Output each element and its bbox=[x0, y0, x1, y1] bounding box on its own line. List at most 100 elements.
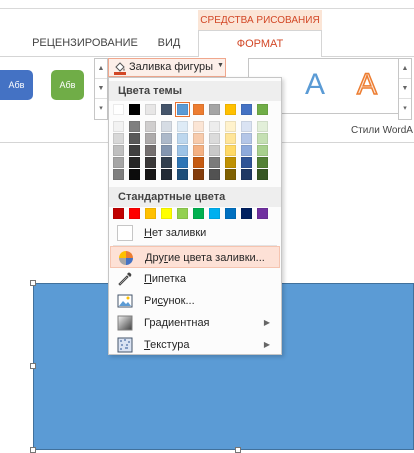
tab-format[interactable]: ФОРМАТ bbox=[198, 30, 322, 57]
shape-style-blue[interactable]: Абв bbox=[0, 70, 33, 100]
wordart-group-label: Стили WordA bbox=[351, 125, 413, 136]
tab-review[interactable]: РЕЦЕНЗИРОВАНИЕ bbox=[30, 30, 140, 56]
theme-shade-swatch-2-1[interactable] bbox=[129, 145, 140, 156]
menu-item-gradient[interactable]: Градиентная ▶ bbox=[110, 312, 280, 334]
standard-color-swatch-8[interactable] bbox=[241, 208, 252, 219]
shape-fill-button[interactable]: Заливка фигуры ▼ bbox=[108, 58, 226, 77]
theme-shade-swatch-4-4[interactable] bbox=[177, 169, 188, 180]
theme-shade-swatch-2-6[interactable] bbox=[209, 145, 220, 156]
standard-color-swatch-1[interactable] bbox=[129, 208, 140, 219]
theme-shade-swatch-1-3[interactable] bbox=[161, 133, 172, 144]
gallery-more-icon[interactable]: ▾ bbox=[95, 99, 107, 119]
theme-shade-swatch-1-7[interactable] bbox=[225, 133, 236, 144]
theme-shade-swatch-4-2[interactable] bbox=[145, 169, 156, 180]
wordart-style-blue[interactable]: A bbox=[305, 68, 325, 102]
gallery-up-icon[interactable]: ▲ bbox=[95, 59, 107, 79]
picture-icon bbox=[117, 294, 133, 308]
menu-item-more-fill-colors[interactable]: Другие цвета заливки... bbox=[110, 246, 280, 268]
wordart-down-icon[interactable]: ▼ bbox=[399, 79, 411, 99]
menu-item-picture[interactable]: Рисунок... bbox=[110, 290, 280, 312]
contextual-tab-group-label: СРЕДСТВА РИСОВАНИЯ bbox=[198, 10, 322, 31]
theme-shade-swatch-4-0[interactable] bbox=[113, 169, 124, 180]
theme-shade-swatch-4-6[interactable] bbox=[209, 169, 220, 180]
theme-color-swatch-9[interactable] bbox=[257, 104, 268, 115]
standard-color-swatch-2[interactable] bbox=[145, 208, 156, 219]
theme-shade-swatch-2-2[interactable] bbox=[145, 145, 156, 156]
theme-color-swatch-6[interactable] bbox=[209, 104, 220, 115]
theme-shade-swatch-1-9[interactable] bbox=[257, 133, 268, 144]
theme-shade-swatch-0-0[interactable] bbox=[113, 121, 124, 132]
theme-shade-swatch-3-8[interactable] bbox=[241, 157, 252, 168]
theme-shade-swatch-3-2[interactable] bbox=[145, 157, 156, 168]
theme-shade-swatch-3-0[interactable] bbox=[113, 157, 124, 168]
theme-shade-swatch-2-9[interactable] bbox=[257, 145, 268, 156]
theme-color-swatch-1[interactable] bbox=[129, 104, 140, 115]
theme-shade-swatch-4-8[interactable] bbox=[241, 169, 252, 180]
theme-shade-swatch-3-6[interactable] bbox=[209, 157, 220, 168]
theme-shade-swatch-2-8[interactable] bbox=[241, 145, 252, 156]
menu-item-texture[interactable]: Текстура ▶ bbox=[110, 334, 280, 356]
menu-item-no-fill[interactable]: Нет заливки bbox=[110, 222, 280, 244]
theme-shade-swatch-0-2[interactable] bbox=[145, 121, 156, 132]
theme-color-swatch-7[interactable] bbox=[225, 104, 236, 115]
theme-shade-swatch-3-3[interactable] bbox=[161, 157, 172, 168]
wordart-style-orange[interactable]: A bbox=[356, 67, 378, 102]
standard-color-swatch-5[interactable] bbox=[193, 208, 204, 219]
standard-color-swatch-3[interactable] bbox=[161, 208, 172, 219]
theme-shade-swatch-1-1[interactable] bbox=[129, 133, 140, 144]
theme-shade-swatch-0-5[interactable] bbox=[193, 121, 204, 132]
theme-color-swatch-3[interactable] bbox=[161, 104, 172, 115]
wordart-gallery-scroll[interactable]: ▲ ▼ ▾ bbox=[398, 58, 412, 120]
theme-shade-swatch-4-9[interactable] bbox=[257, 169, 268, 180]
theme-shade-swatch-1-2[interactable] bbox=[145, 133, 156, 144]
theme-color-swatch-8[interactable] bbox=[241, 104, 252, 115]
standard-color-swatch-6[interactable] bbox=[209, 208, 220, 219]
theme-shade-swatch-1-5[interactable] bbox=[193, 133, 204, 144]
theme-shade-swatch-2-0[interactable] bbox=[113, 145, 124, 156]
standard-color-swatch-9[interactable] bbox=[257, 208, 268, 219]
theme-shade-swatch-2-5[interactable] bbox=[193, 145, 204, 156]
resize-handle-bottom-left[interactable] bbox=[30, 447, 36, 453]
theme-shade-swatch-3-7[interactable] bbox=[225, 157, 236, 168]
theme-shade-swatch-4-1[interactable] bbox=[129, 169, 140, 180]
resize-handle-top-left[interactable] bbox=[30, 280, 36, 286]
theme-shade-swatch-1-6[interactable] bbox=[209, 133, 220, 144]
theme-color-swatch-5[interactable] bbox=[193, 104, 204, 115]
theme-color-swatch-2[interactable] bbox=[145, 104, 156, 115]
standard-color-swatch-7[interactable] bbox=[225, 208, 236, 219]
theme-shade-swatch-0-9[interactable] bbox=[257, 121, 268, 132]
theme-shade-swatch-4-5[interactable] bbox=[193, 169, 204, 180]
resize-handle-left[interactable] bbox=[30, 363, 36, 369]
theme-shade-swatch-4-3[interactable] bbox=[161, 169, 172, 180]
theme-shade-swatch-1-8[interactable] bbox=[241, 133, 252, 144]
theme-shade-swatch-0-1[interactable] bbox=[129, 121, 140, 132]
theme-color-swatch-4[interactable] bbox=[175, 102, 190, 117]
theme-shade-swatch-0-7[interactable] bbox=[225, 121, 236, 132]
standard-color-swatch-4[interactable] bbox=[177, 208, 188, 219]
theme-shade-swatch-3-9[interactable] bbox=[257, 157, 268, 168]
shape-style-green[interactable]: Абв bbox=[51, 70, 84, 100]
theme-shade-swatch-0-8[interactable] bbox=[241, 121, 252, 132]
theme-shade-swatch-0-3[interactable] bbox=[161, 121, 172, 132]
theme-shade-swatch-2-4[interactable] bbox=[177, 145, 188, 156]
wordart-more-icon[interactable]: ▾ bbox=[399, 99, 411, 119]
menu-item-label: Текстура bbox=[144, 339, 190, 351]
menu-item-eyedropper[interactable]: Пипетка bbox=[110, 268, 280, 290]
theme-shade-swatch-4-7[interactable] bbox=[225, 169, 236, 180]
resize-handle-bottom[interactable] bbox=[235, 447, 241, 453]
gallery-down-icon[interactable]: ▼ bbox=[95, 79, 107, 99]
theme-shade-swatch-0-6[interactable] bbox=[209, 121, 220, 132]
theme-shade-swatch-3-5[interactable] bbox=[193, 157, 204, 168]
shape-styles-gallery-scroll[interactable]: ▲ ▼ ▾ bbox=[94, 58, 108, 120]
tab-view[interactable]: ВИД bbox=[150, 30, 188, 56]
theme-color-swatch-0[interactable] bbox=[113, 104, 124, 115]
theme-shade-swatch-1-4[interactable] bbox=[177, 133, 188, 144]
theme-shade-swatch-2-3[interactable] bbox=[161, 145, 172, 156]
theme-shade-swatch-3-1[interactable] bbox=[129, 157, 140, 168]
theme-shade-swatch-3-4[interactable] bbox=[177, 157, 188, 168]
wordart-up-icon[interactable]: ▲ bbox=[399, 59, 411, 79]
theme-shade-swatch-2-7[interactable] bbox=[225, 145, 236, 156]
theme-shade-swatch-0-4[interactable] bbox=[177, 121, 188, 132]
standard-color-swatch-0[interactable] bbox=[113, 208, 124, 219]
theme-shade-swatch-1-0[interactable] bbox=[113, 133, 124, 144]
